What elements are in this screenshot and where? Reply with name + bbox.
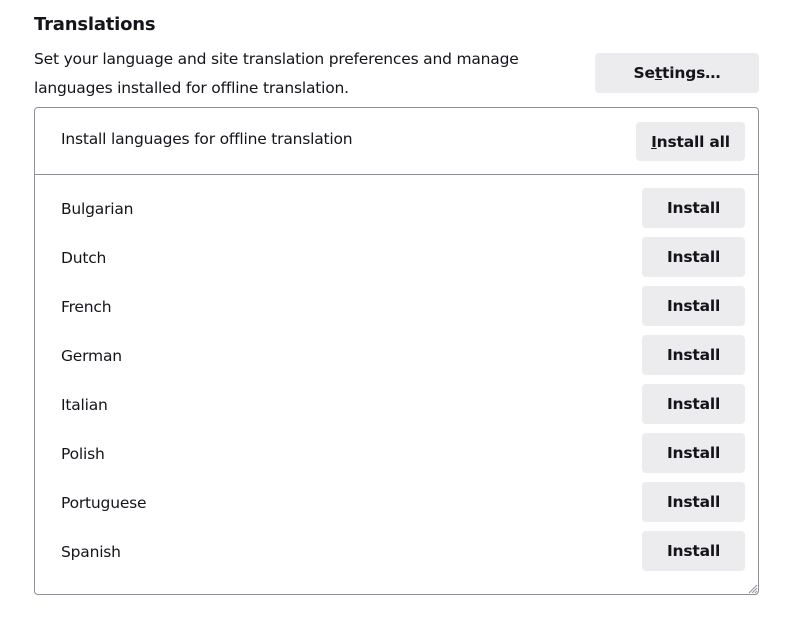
settings-label-end: tings… [662,64,721,82]
install-language-button[interactable]: Install [642,433,745,473]
language-row: Bulgarian Install [35,188,758,237]
install-language-button[interactable]: Install [642,482,745,522]
language-row: Polish Install [35,433,758,482]
install-language-button[interactable]: Install [642,237,745,277]
language-row: Italian Install [35,384,758,433]
offline-languages-list[interactable]: Install languages for offline translatio… [34,107,759,595]
settings-label-start: Se [633,64,655,82]
section-title: Translations [34,14,156,35]
language-name: Spanish [61,543,121,561]
language-name: German [61,347,122,365]
install-all-label: nstall all [656,132,730,151]
settings-accesskey: t [654,64,663,82]
resize-grip-icon[interactable] [746,582,758,594]
install-all-button[interactable]: Install all [636,122,745,161]
offline-languages-header: Install languages for offline translatio… [35,108,758,175]
language-name: Portuguese [61,494,147,512]
language-name: Bulgarian [61,200,134,218]
language-row: Portuguese Install [35,482,758,531]
install-language-button[interactable]: Install [642,286,745,326]
install-language-button[interactable]: Install [642,384,745,424]
offline-languages-header-label: Install languages for offline translatio… [61,130,353,148]
language-name: French [61,298,112,316]
language-row: Dutch Install [35,237,758,286]
install-language-button[interactable]: Install [642,188,745,228]
install-language-button[interactable]: Install [642,335,745,375]
settings-button[interactable]: Se t tings… [595,53,759,93]
language-name: Dutch [61,249,107,267]
language-name: Polish [61,445,105,463]
language-name: Italian [61,396,108,414]
language-row: German Install [35,335,758,384]
section-description: Set your language and site translation p… [34,50,519,97]
language-row: Spanish Install [35,531,758,580]
language-row: French Install [35,286,758,335]
install-language-button[interactable]: Install [642,531,745,571]
